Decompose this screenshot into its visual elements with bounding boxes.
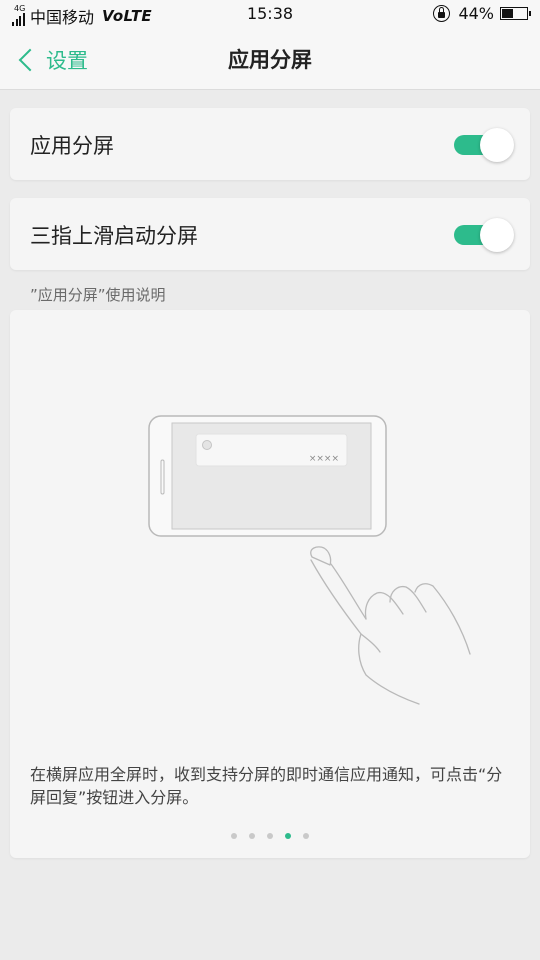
- instructions-section-label: ”应用分屏”使用说明: [30, 286, 166, 304]
- landscape-phone-illustration: ××××: [148, 415, 387, 537]
- page-title: 应用分屏: [228, 48, 312, 72]
- setting-row-split-screen[interactable]: 应用分屏: [10, 108, 530, 180]
- status-right: 44%: [433, 4, 531, 23]
- page-dot[interactable]: [249, 833, 255, 839]
- instructions-card: ×××× 在横屏应用全屏时，收到支持分屏的即时通信应用通知，可点击“分屏回复”按…: [10, 310, 530, 858]
- title-bar: 设置 应用分屏: [0, 30, 540, 90]
- page-dot[interactable]: [303, 833, 309, 839]
- toggle-knob: [480, 128, 514, 162]
- rotation-lock-icon: [433, 5, 451, 22]
- page-dot[interactable]: [231, 833, 237, 839]
- three-finger-swipe-toggle[interactable]: [454, 218, 514, 252]
- setting-label: 三指上滑启动分屏: [30, 224, 198, 248]
- battery-percent: 44%: [458, 4, 494, 23]
- setting-label: 应用分屏: [30, 134, 114, 158]
- page-dot[interactable]: [267, 833, 273, 839]
- notification-text: ××××: [309, 454, 339, 464]
- hand-illustration: [310, 546, 471, 705]
- toggle-knob: [480, 218, 514, 252]
- notification-icon: [202, 440, 212, 450]
- status-bar: 4G 中国移动 VoLTE 15:38 44%: [0, 0, 540, 30]
- split-screen-toggle[interactable]: [454, 128, 514, 162]
- page-indicator: [10, 833, 530, 839]
- setting-row-three-finger-swipe[interactable]: 三指上滑启动分屏: [10, 198, 530, 270]
- page-dot-active[interactable]: [285, 833, 291, 839]
- instructions-description: 在横屏应用全屏时，收到支持分屏的即时通信应用通知，可点击“分屏回复”按钮进入分屏…: [30, 765, 503, 807]
- battery-icon: [500, 7, 531, 20]
- split-screen-illustration: ××××: [148, 415, 471, 705]
- battery-level-fill: [502, 9, 513, 18]
